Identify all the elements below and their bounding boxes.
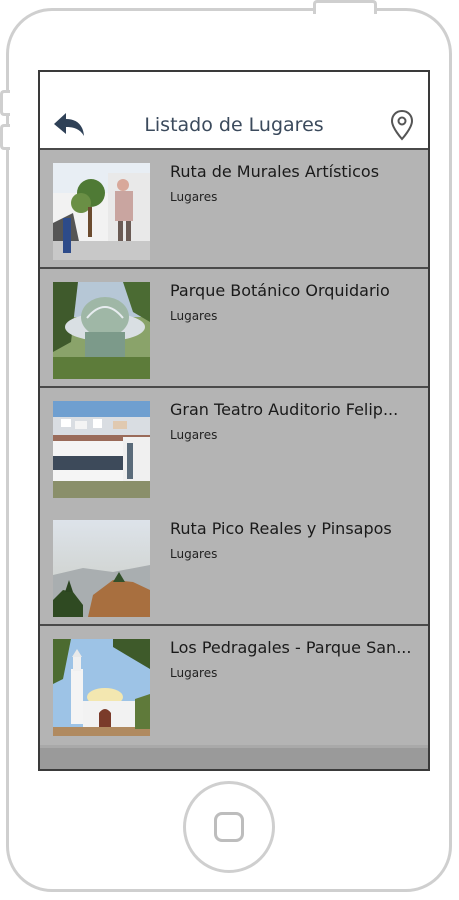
place-category: Lugares: [170, 190, 218, 204]
app-screen: Listado de Lugares Ruta de Murales Artís…: [38, 70, 430, 771]
orchid-dome-photo: [53, 282, 150, 379]
app-header: Listado de Lugares: [40, 72, 428, 150]
map-pin-icon[interactable]: [389, 109, 415, 141]
page-title: Listado de Lugares: [144, 114, 324, 136]
place-category: Lugares: [170, 547, 218, 561]
list-item[interactable]: Parque Botánico Orquidario Lugares: [40, 269, 428, 388]
place-title: Parque Botánico Orquidario: [170, 281, 390, 300]
list-item[interactable]: Gran Teatro Auditorio Felip... Lugares: [40, 388, 428, 507]
volume-down-button: [0, 124, 10, 150]
list-footer: [40, 748, 428, 769]
mountain-view-photo: [53, 520, 150, 617]
place-category: Lugares: [170, 309, 218, 323]
home-button[interactable]: [183, 781, 275, 873]
place-category: Lugares: [170, 666, 218, 680]
place-title: Ruta de Murales Artísticos: [170, 162, 380, 181]
volume-up-button: [0, 90, 10, 116]
home-square-icon: [214, 812, 244, 842]
place-title: Ruta Pico Reales y Pinsapos: [170, 519, 392, 538]
murals-photo: [53, 163, 150, 260]
places-list: Ruta de Murales Artísticos Lugares Parqu…: [40, 150, 428, 745]
list-item[interactable]: Los Pedragales - Parque San... Lugares: [40, 626, 428, 745]
place-title: Los Pedragales - Parque San...: [170, 638, 412, 657]
power-button: [313, 0, 377, 14]
list-item[interactable]: Ruta de Murales Artísticos Lugares: [40, 150, 428, 269]
list-item[interactable]: Ruta Pico Reales y Pinsapos Lugares: [40, 507, 428, 626]
place-title: Gran Teatro Auditorio Felip...: [170, 400, 399, 419]
chapel-photo: [53, 639, 150, 736]
theatre-town-photo: [53, 401, 150, 498]
place-category: Lugares: [170, 428, 218, 442]
